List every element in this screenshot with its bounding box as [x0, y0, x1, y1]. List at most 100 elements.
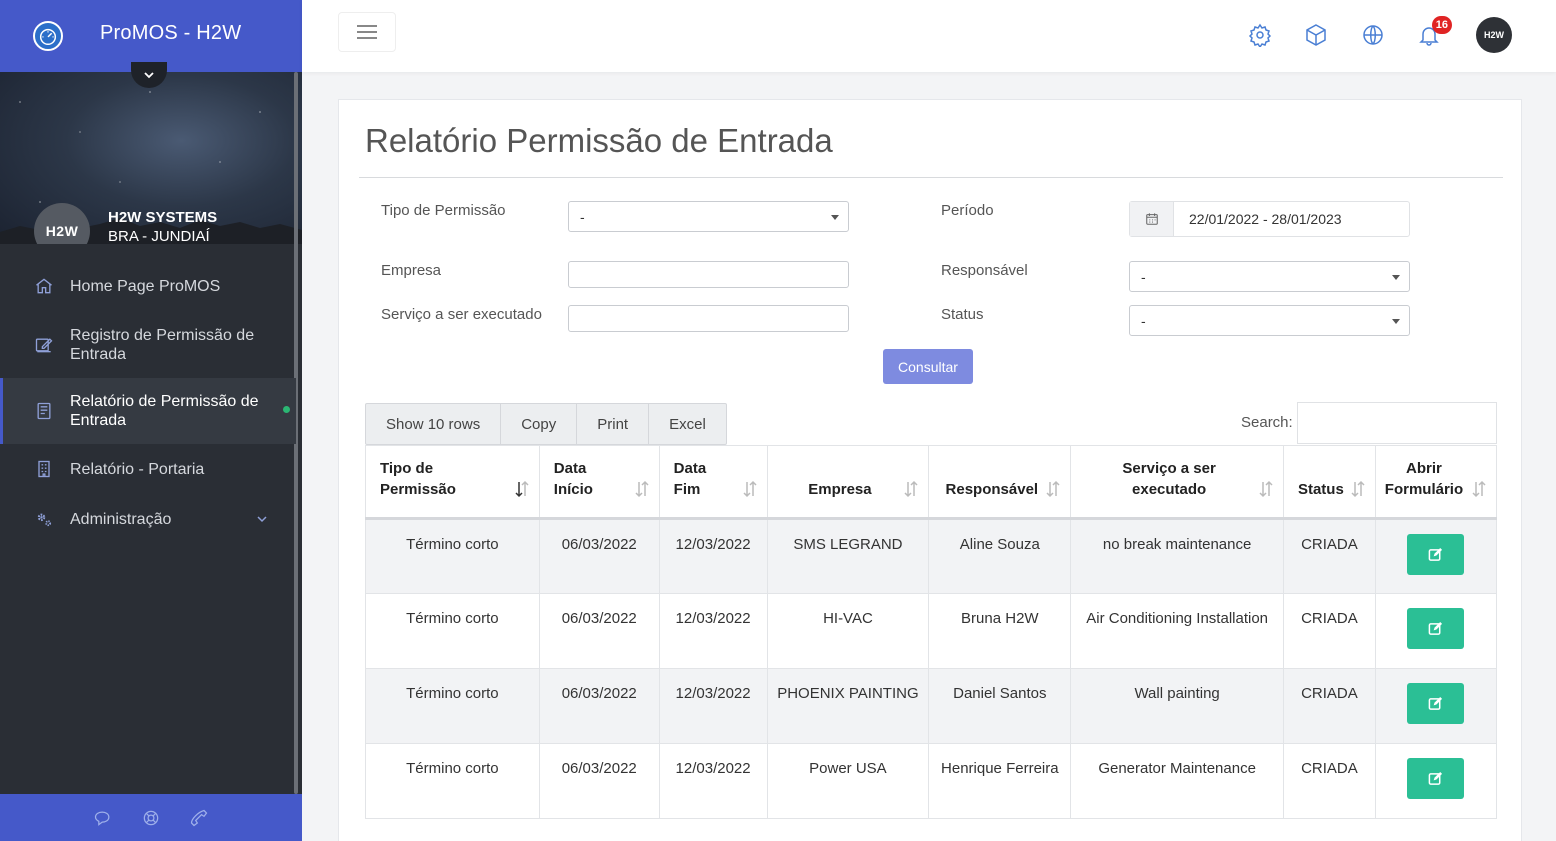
- column-header-responsavel[interactable]: Responsável: [928, 445, 1072, 520]
- sort-icon: [1259, 480, 1273, 498]
- cell-data-inicio: 06/03/2022: [538, 593, 660, 669]
- status-label: Status: [941, 306, 984, 323]
- cell-abrir: [1374, 518, 1498, 594]
- sidebar: ProMOS - H2W H2W H2W SYSTEMS BRA - JUNDI…: [0, 0, 302, 841]
- periodo-value[interactable]: 22/01/2022 - 28/01/2023: [1174, 202, 1342, 236]
- sort-icon: [1046, 480, 1060, 498]
- calendar-icon[interactable]: [1130, 202, 1174, 236]
- menu-toggle-button[interactable]: [338, 12, 396, 52]
- sidebar-item-registro[interactable]: Registro de Permissão de Entrada: [0, 312, 296, 378]
- sort-desc-icon: [515, 480, 529, 498]
- cell-data-fim: 12/03/2022: [658, 743, 768, 819]
- table-row[interactable]: Término corto 06/03/2022 12/03/2022 SMS …: [365, 518, 1498, 594]
- excel-button[interactable]: Excel: [649, 404, 726, 444]
- table-row[interactable]: Término corto 06/03/2022 12/03/2022 HI-V…: [365, 593, 1498, 669]
- cube-icon[interactable]: [1303, 22, 1329, 48]
- column-header-servico[interactable]: Serviço a ser executado: [1070, 445, 1284, 520]
- cell-servico: Wall painting: [1070, 668, 1284, 744]
- sort-icon: [743, 480, 757, 498]
- permissions-table: Tipo de Permissão Data Início Data Fim E…: [365, 445, 1498, 819]
- topbar: 16 H2W: [302, 0, 1556, 72]
- sidebar-item-label: Relatório de Permissão de Entrada: [70, 393, 259, 429]
- gear-icon[interactable]: [1247, 22, 1273, 48]
- sidebar-item-portaria[interactable]: Relatório - Portaria: [0, 444, 296, 494]
- cell-data-inicio: 06/03/2022: [538, 518, 660, 594]
- sidebar-item-label: Relatório - Portaria: [70, 460, 205, 478]
- servico-input[interactable]: [568, 305, 849, 332]
- print-button[interactable]: Print: [577, 404, 650, 444]
- sidebar-item-home[interactable]: Home Page ProMOS: [0, 260, 296, 312]
- column-header-status[interactable]: Status: [1282, 445, 1376, 520]
- chat-icon[interactable]: [93, 808, 113, 828]
- consultar-button[interactable]: Consultar: [883, 349, 973, 384]
- header-label: Responsável: [945, 481, 1039, 498]
- cell-empresa: HI-VAC: [766, 593, 930, 669]
- page-title: Relatório Permissão de Entrada: [365, 122, 833, 159]
- cell-servico: Air Conditioning Installation: [1070, 593, 1284, 669]
- sidebar-item-label: Home Page ProMOS: [70, 277, 221, 295]
- header-label: Data Fim: [673, 460, 707, 498]
- header-label: Status: [1297, 481, 1344, 498]
- show-rows-button[interactable]: Show 10 rows: [366, 404, 502, 444]
- phone-icon[interactable]: [189, 808, 209, 828]
- edit-icon: [1429, 547, 1443, 561]
- cell-abrir: [1374, 743, 1498, 819]
- column-header-tipo[interactable]: Tipo de Permissão: [365, 445, 540, 520]
- tipo-select[interactable]: -: [568, 201, 849, 232]
- cell-abrir: [1374, 593, 1498, 669]
- search-input[interactable]: [1297, 402, 1497, 444]
- profile-banner: H2W H2W SYSTEMS BRA - JUNDIAÍ: [0, 72, 302, 244]
- column-header-data-fim[interactable]: Data Fim: [658, 445, 768, 520]
- cell-empresa: SMS LEGRAND: [766, 518, 930, 594]
- cell-responsavel: Bruna H2W: [928, 593, 1072, 669]
- sidebar-item-administracao[interactable]: Administração: [0, 494, 296, 544]
- gears-icon: [33, 508, 55, 530]
- copy-button[interactable]: Copy: [501, 404, 578, 444]
- periodo-date-range[interactable]: 22/01/2022 - 28/01/2023: [1129, 201, 1410, 237]
- servico-label: Serviço a ser executado: [381, 306, 542, 323]
- sidebar-item-relatorio[interactable]: Relatório de Permissão de Entrada: [0, 378, 296, 444]
- user-location: BRA - JUNDIAÍ: [108, 228, 210, 244]
- column-header-abrir[interactable]: Abrir Formulário: [1374, 445, 1498, 520]
- sort-icon: [1472, 480, 1486, 498]
- cell-responsavel: Henrique Ferreira: [928, 743, 1072, 819]
- open-form-button[interactable]: [1407, 683, 1465, 724]
- app-title[interactable]: ProMOS - H2W: [100, 22, 241, 45]
- cell-servico: no break maintenance: [1070, 518, 1284, 594]
- cell-tipo: Término corto: [365, 518, 540, 594]
- responsavel-label: Responsável: [941, 262, 1028, 279]
- status-select[interactable]: -: [1129, 305, 1410, 336]
- empresa-input[interactable]: [568, 261, 849, 288]
- table-row[interactable]: Término corto 06/03/2022 12/03/2022 Powe…: [365, 743, 1498, 819]
- chevron-down-icon: [144, 72, 154, 79]
- table-row[interactable]: Término corto 06/03/2022 12/03/2022 PHOE…: [365, 668, 1498, 744]
- open-form-button[interactable]: [1407, 608, 1465, 649]
- sidebar-footer: [0, 794, 302, 841]
- lifebuoy-icon[interactable]: [141, 808, 161, 828]
- globe-icon[interactable]: [1360, 22, 1386, 48]
- user-name: H2W SYSTEMS: [108, 209, 218, 226]
- open-form-button[interactable]: [1407, 758, 1465, 799]
- book-icon: [33, 400, 55, 422]
- header-label: Empresa: [808, 481, 872, 498]
- sidebar-nav: Home Page ProMOS Registro de Permissão d…: [0, 260, 296, 544]
- report-card: Relatório Permissão de Entrada Tipo de P…: [338, 99, 1522, 841]
- open-form-button[interactable]: [1407, 534, 1465, 575]
- cell-data-inicio: 06/03/2022: [538, 668, 660, 744]
- periodo-label: Período: [941, 202, 994, 219]
- gauge-logo-icon[interactable]: [33, 21, 63, 51]
- cell-data-inicio: 06/03/2022: [538, 743, 660, 819]
- cell-status: CRIADA: [1282, 743, 1376, 819]
- cell-tipo: Término corto: [365, 668, 540, 744]
- header-label: Data Início: [553, 460, 593, 498]
- edit-icon: [1429, 696, 1443, 710]
- responsavel-select[interactable]: -: [1129, 261, 1410, 292]
- sort-icon: [635, 480, 649, 498]
- header-label: Tipo de Permissão: [380, 460, 456, 498]
- empresa-label: Empresa: [381, 262, 442, 279]
- column-header-data-inicio[interactable]: Data Início: [538, 445, 660, 520]
- topbar-avatar[interactable]: H2W: [1476, 17, 1512, 53]
- column-header-empresa[interactable]: Empresa: [766, 445, 930, 520]
- hamburger-icon: [357, 25, 377, 39]
- bell-icon[interactable]: 16: [1416, 16, 1452, 48]
